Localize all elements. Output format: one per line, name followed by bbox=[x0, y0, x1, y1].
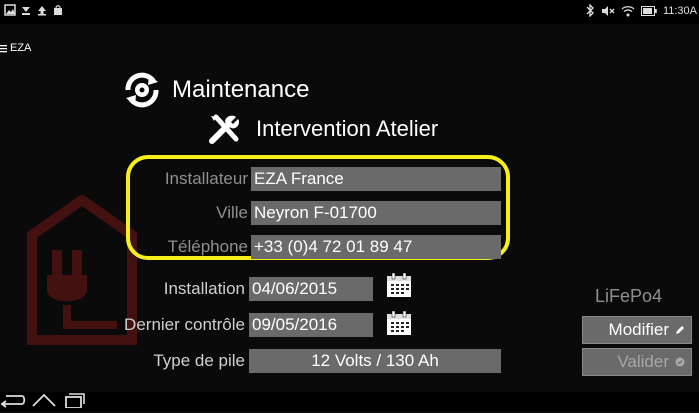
validate-button[interactable]: Valider bbox=[582, 348, 692, 376]
type-pile-row: Type de pile 12 Volts / 130 Ah bbox=[0, 349, 501, 373]
calendar-icon[interactable] bbox=[386, 310, 412, 336]
image-icon bbox=[4, 4, 16, 16]
wifi-icon bbox=[621, 5, 635, 16]
maintenance-header: Maintenance bbox=[120, 70, 309, 110]
download-icon bbox=[22, 7, 30, 15]
installation-label: Installation bbox=[163, 279, 245, 298]
status-time: 11:30A bbox=[662, 4, 697, 17]
pencil-icon bbox=[676, 326, 684, 334]
battery-icon bbox=[640, 5, 657, 16]
telephone-field[interactable]: +33 (0)4 72 01 89 47 bbox=[251, 235, 501, 259]
menu-icon[interactable] bbox=[0, 44, 8, 53]
telephone-label: Téléphone bbox=[167, 237, 248, 256]
installation-date-field[interactable]: 04/06/2015 bbox=[249, 277, 373, 301]
calendar-icon[interactable] bbox=[386, 272, 412, 298]
type-pile-select[interactable]: 12 Volts / 130 Ah bbox=[249, 349, 501, 373]
upload-icon bbox=[38, 6, 46, 16]
intervention-subheader: Intervention Atelier bbox=[208, 113, 438, 145]
mute-icon bbox=[601, 5, 615, 16]
installateur-label: Installateur bbox=[164, 169, 248, 188]
home-icon[interactable] bbox=[30, 392, 58, 408]
bluetooth-icon bbox=[586, 4, 594, 17]
tools-icon bbox=[209, 114, 240, 144]
dernier-controle-label: Dernier contrôle bbox=[124, 315, 245, 334]
dernier-controle-row: Dernier contrôle 09/05/2016 bbox=[0, 313, 420, 337]
modify-button-label: Modifier bbox=[608, 320, 669, 339]
ville-row: Ville Neyron F-01700 bbox=[0, 201, 501, 225]
app-title: EZA bbox=[10, 42, 32, 54]
page-title: Maintenance bbox=[172, 76, 310, 103]
bag-icon bbox=[54, 5, 62, 15]
modify-button[interactable]: Modifier bbox=[582, 316, 692, 344]
check-circle-icon bbox=[675, 357, 685, 367]
recent-apps-icon[interactable] bbox=[63, 392, 85, 409]
status-left-icons bbox=[4, 4, 64, 16]
status-right-icons: 11:30A bbox=[585, 4, 697, 17]
status-bar: 11:30A bbox=[0, 0, 699, 24]
ville-label: Ville bbox=[216, 203, 248, 222]
type-pile-label: Type de pile bbox=[153, 351, 245, 370]
page-subtitle: Intervention Atelier bbox=[256, 116, 439, 141]
battery-type-label: LiFePo4 bbox=[595, 286, 663, 306]
dernier-controle-date-field[interactable]: 09/05/2016 bbox=[249, 313, 373, 337]
installateur-field[interactable]: EZA France bbox=[251, 167, 501, 191]
validate-button-label: Valider bbox=[617, 352, 669, 371]
installateur-row: Installateur EZA France bbox=[0, 167, 501, 191]
app-bar: EZA bbox=[0, 40, 31, 56]
back-icon[interactable] bbox=[0, 392, 26, 408]
sync-gear-icon bbox=[125, 72, 159, 108]
system-nav-bar bbox=[0, 392, 699, 411]
ville-field[interactable]: Neyron F-01700 bbox=[251, 201, 501, 225]
installation-row: Installation 04/06/2015 bbox=[0, 277, 420, 301]
telephone-row: Téléphone +33 (0)4 72 01 89 47 bbox=[0, 235, 501, 259]
